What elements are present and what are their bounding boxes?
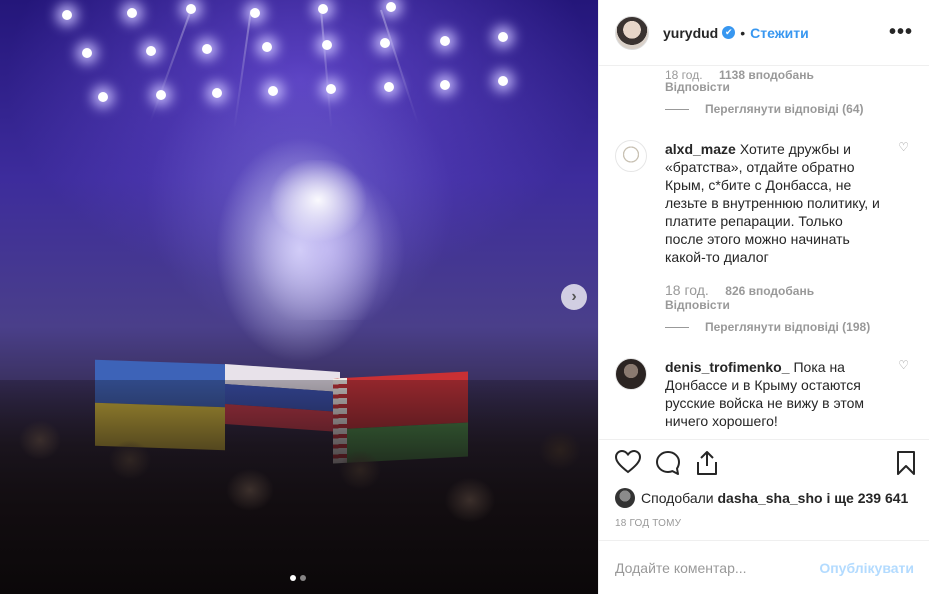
stage-light [212, 88, 222, 98]
stage-light [127, 8, 137, 18]
comment-body: alxd_maze Хотите дружбы и «братства», отд… [665, 140, 883, 266]
divider [665, 326, 689, 328]
more-options-icon[interactable]: ••• [889, 21, 913, 44]
crowd [0, 380, 598, 594]
light-beam [149, 9, 192, 124]
avatar[interactable] [615, 140, 647, 172]
comment-likes[interactable]: 1138 вподобань [719, 68, 814, 82]
heart-icon[interactable]: ♡ [898, 358, 909, 372]
post-photo[interactable]: › [0, 0, 598, 594]
stage-light [268, 86, 278, 96]
likes-user[interactable]: dasha_sha_sho [718, 490, 823, 506]
stage-light [156, 90, 166, 100]
comment-item: alxd_maze Хотите дружбы и «братства», отд… [615, 140, 915, 266]
stage-light [186, 4, 196, 14]
comments-list[interactable]: 18 год. 1138 вподобань Відповісти Перегл… [599, 66, 929, 439]
likes-summary: Сподобали dasha_sha_sho і ще 239 641 [615, 488, 908, 508]
stage-light [318, 4, 328, 14]
view-replies-button[interactable]: Переглянути відповіді (198) [665, 320, 870, 334]
stage-light [440, 80, 450, 90]
stage-light [326, 84, 336, 94]
stage-light [250, 8, 260, 18]
comment-item: denis_trofimenko_ Пока на Донбассе и в Кр… [615, 358, 915, 430]
likes-count[interactable]: і ще 239 641 [826, 490, 908, 506]
separator: • [740, 24, 746, 41]
heart-icon[interactable]: ♡ [898, 140, 909, 154]
stage-light [386, 2, 396, 12]
comment-bubble-icon[interactable] [655, 450, 681, 476]
view-replies-label: Переглянути відповіді (198) [705, 320, 871, 334]
stage-light [202, 44, 212, 54]
reply-button[interactable]: Відповісти [665, 80, 730, 94]
stage-light [82, 48, 92, 58]
carousel-dot [290, 575, 296, 581]
comment-likes[interactable]: 826 вподобань [725, 284, 814, 298]
stage-light [62, 10, 72, 20]
chevron-right-icon: › [571, 288, 577, 305]
divider [665, 108, 689, 110]
view-replies-button[interactable]: Переглянути відповіді (64) [665, 102, 864, 116]
reply-button[interactable]: Відповісти [665, 298, 730, 312]
follow-button[interactable]: Стежити [750, 25, 809, 41]
avatar[interactable] [615, 488, 635, 508]
comment-text: Хотите дружбы и «братства», отдайте обра… [665, 141, 880, 265]
comment-username[interactable]: alxd_maze [665, 141, 736, 157]
view-replies-label: Переглянути відповіді (64) [705, 102, 864, 116]
comment-username[interactable]: denis_trofimenko_ [665, 359, 789, 375]
likes-prefix: Сподобали [641, 490, 714, 506]
stage-light [380, 38, 390, 48]
add-comment-bar: Додайте коментар... Опублікувати [599, 540, 929, 594]
stage-light [498, 76, 508, 86]
stage-light [262, 42, 272, 52]
carousel-next-button[interactable]: › [561, 284, 587, 310]
post-side-panel: yurydud ✔ • Стежити ••• 18 год. 1138 впо… [598, 0, 929, 594]
share-icon[interactable] [695, 450, 719, 476]
stage-light [322, 40, 332, 50]
stage-light [498, 32, 508, 42]
light-beam [233, 9, 252, 129]
action-bar [599, 439, 929, 480]
post-header: yurydud ✔ • Стежити ••• [599, 0, 929, 66]
stage-light [146, 46, 156, 56]
post-username[interactable]: yurydud [663, 25, 718, 41]
stage-light [384, 82, 394, 92]
stage-pyro [228, 160, 428, 320]
carousel-dot [300, 575, 306, 581]
comment-input[interactable]: Додайте коментар... [615, 560, 747, 576]
carousel-indicator [290, 575, 306, 581]
like-heart-icon[interactable] [615, 450, 641, 474]
light-beam [380, 9, 420, 125]
verified-badge-icon: ✔ [722, 26, 736, 39]
light-beam [320, 9, 333, 130]
avatar[interactable] [615, 358, 647, 390]
post-comment-button[interactable]: Опублікувати [819, 560, 914, 576]
bookmark-icon[interactable] [896, 450, 916, 476]
stage-light [440, 36, 450, 46]
comment-body: denis_trofimenko_ Пока на Донбассе и в Кр… [665, 358, 883, 430]
stage-light [98, 92, 108, 102]
avatar[interactable] [615, 15, 649, 50]
comment-time: 18 год. [665, 282, 709, 298]
post-timestamp[interactable]: 18 ГОД ТОМУ [615, 518, 681, 529]
